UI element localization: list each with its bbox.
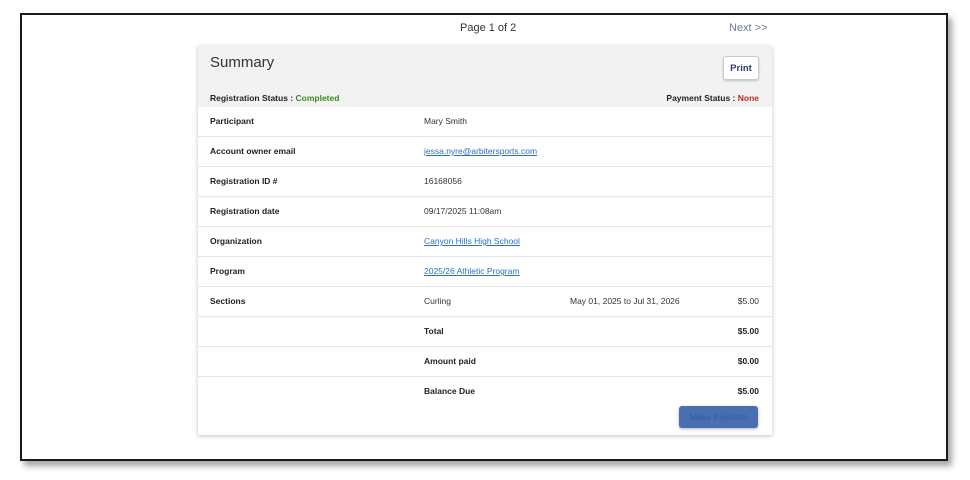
row-total: Total $5.00 — [198, 317, 772, 347]
summary-header: Summary Print Registration Status : Comp… — [198, 46, 772, 107]
payment-status: Payment Status : None — [666, 93, 759, 103]
total-label: Total — [424, 326, 444, 336]
row-balance-due: Balance Due $5.00 — [198, 377, 772, 406]
registration-status: Registration Status : Completed — [210, 93, 339, 103]
balance-due-label: Balance Due — [424, 386, 476, 396]
summary-card: Summary Print Registration Status : Comp… — [198, 46, 772, 435]
next-page-link[interactable]: Next >> — [729, 22, 768, 34]
organization-link[interactable]: Canyon Hills High School — [424, 227, 520, 256]
page-indicator: Page 1 of 2 — [460, 22, 517, 34]
total-amount: $5.00 — [737, 326, 759, 336]
program-link[interactable]: 2025/26 Athletic Program — [424, 257, 519, 286]
row-amount-paid: Amount paid $0.00 — [198, 347, 772, 377]
section-name: Curling — [424, 296, 451, 306]
sections-label: Sections — [210, 296, 246, 306]
section-dates: May 01, 2025 to Jul 31, 2026 — [570, 296, 680, 306]
make-payment-button[interactable]: Make Payment — [679, 406, 758, 428]
registration-id-value: 16168056 — [424, 176, 462, 186]
row-participant: Participant Mary Smith — [198, 107, 772, 137]
row-registration-id: Registration ID # 16168056 — [198, 167, 772, 197]
program-label: Program — [210, 266, 245, 276]
registration-status-value: Completed — [295, 93, 340, 103]
section-amount: $5.00 — [737, 296, 759, 306]
organization-label: Organization — [210, 236, 262, 246]
print-button[interactable]: Print — [723, 56, 759, 80]
participant-label: Participant — [210, 116, 254, 126]
balance-due-value: $5.00 — [737, 386, 759, 396]
registration-date-label: Registration date — [210, 206, 280, 216]
row-organization: Organization Canyon Hills High School — [198, 227, 772, 257]
row-registration-date: Registration date 09/17/2025 11:08am — [198, 197, 772, 227]
payment-status-value: None — [737, 93, 759, 103]
row-sections: Sections Curling May 01, 2025 to Jul 31,… — [198, 287, 772, 317]
amount-paid-label: Amount paid — [424, 356, 476, 366]
participant-value: Mary Smith — [424, 116, 467, 126]
payment-status-label: Payment Status : — [666, 93, 736, 103]
email-label: Account owner email — [210, 146, 296, 156]
summary-title: Summary — [210, 54, 275, 71]
row-program: Program 2025/26 Athletic Program — [198, 257, 772, 287]
registration-id-label: Registration ID # — [210, 176, 278, 186]
amount-paid-value: $0.00 — [737, 356, 759, 366]
summary-table: Participant Mary Smith Account owner ema… — [198, 107, 772, 406]
email-link[interactable]: jessa.nyre@arbitersports.com — [424, 137, 537, 166]
registration-status-label: Registration Status : — [210, 93, 294, 103]
row-email: Account owner email jessa.nyre@arbitersp… — [198, 137, 772, 167]
registration-date-value: 09/17/2025 11:08am — [424, 206, 502, 216]
